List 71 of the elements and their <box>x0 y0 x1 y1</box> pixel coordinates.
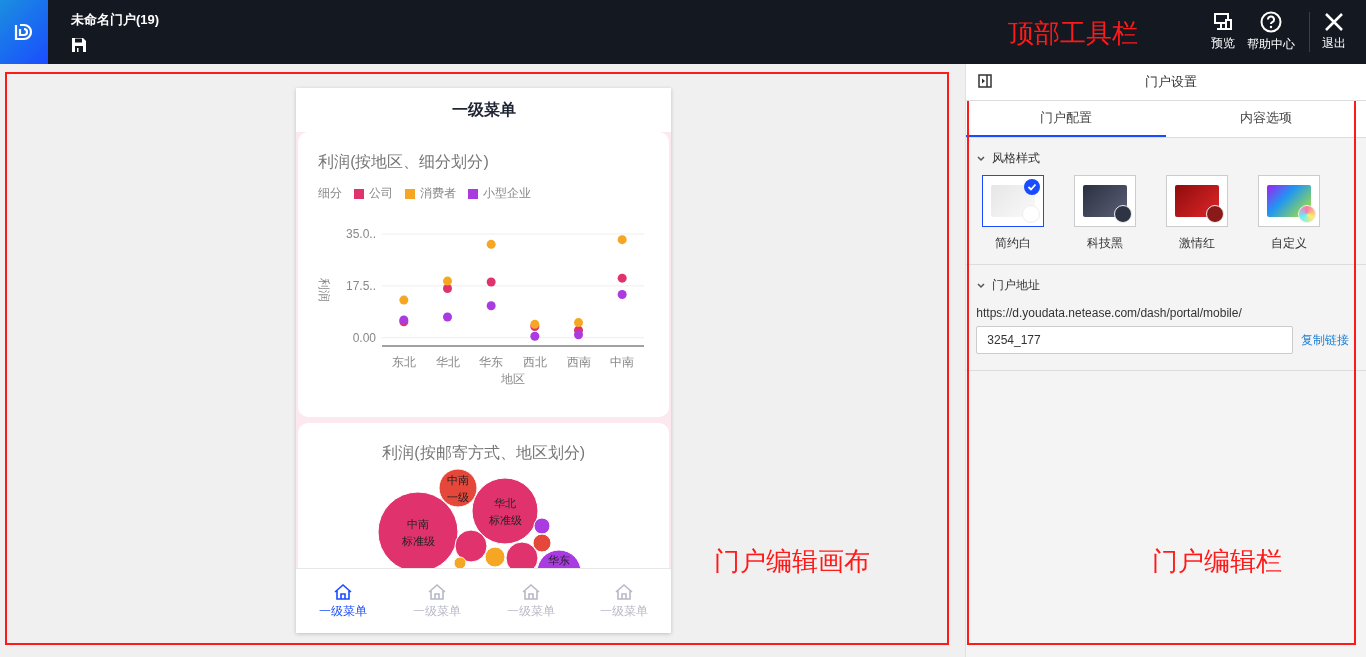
settings-tab[interactable]: 门户配置 <box>966 101 1167 137</box>
data-point <box>486 301 496 311</box>
data-point <box>574 330 584 340</box>
data-point <box>443 276 453 286</box>
annotation-label: 门户编辑画布 <box>714 545 870 578</box>
data-point <box>486 239 496 249</box>
help-icon <box>1260 11 1282 33</box>
chart-title: 利润(按邮寄方式、地区划分) <box>381 443 586 463</box>
data-point <box>617 273 627 283</box>
annotation-label: 门户编辑栏 <box>1152 545 1283 578</box>
data-point <box>530 331 540 341</box>
theme-option[interactable]: 激情红 <box>1166 175 1229 252</box>
axis-tick-label: 华东 <box>479 355 504 369</box>
data-point <box>443 312 453 322</box>
bubble-label: 华北 <box>494 497 517 509</box>
data-point <box>399 295 409 305</box>
collapse-panel-icon[interactable] <box>978 74 993 88</box>
data-point <box>443 284 453 293</box>
bubble-label: 标准级 <box>488 514 522 526</box>
annotation-label: 顶部工具栏 <box>1008 17 1138 50</box>
data-point <box>617 235 627 245</box>
panel-title: 门户设置 <box>1144 73 1199 91</box>
section-title: 门户地址 <box>992 277 1041 294</box>
menu-title: 一级菜单 <box>450 99 517 120</box>
data-point <box>617 289 627 299</box>
axis-tick-label: 东北 <box>391 355 416 369</box>
axis-tick-label: 17.5.. <box>346 278 377 293</box>
legend-title: 细分 <box>318 185 343 202</box>
bubble-label: 中南 <box>407 518 430 530</box>
axis-title: 利润 <box>317 278 332 302</box>
chevron-icon[interactable] <box>976 153 987 164</box>
settings-tab[interactable]: 内容选项 <box>1166 101 1366 137</box>
legend-item[interactable]: 公司 <box>354 185 394 202</box>
legend-item[interactable]: 消费者 <box>405 185 457 202</box>
portal-address-field[interactable]: 3254_177 <box>976 326 1294 354</box>
data-point <box>486 277 496 287</box>
home-icon <box>520 582 541 601</box>
save-icon[interactable] <box>71 37 87 53</box>
exit-button[interactable]: 退出 <box>1316 12 1352 52</box>
nav-tab[interactable]: 一级菜单 <box>296 569 390 633</box>
portal-title: 未命名门户(19) <box>71 11 161 29</box>
axis-tick-label: 西南 <box>566 355 591 369</box>
theme-option[interactable]: 简约白 <box>982 175 1045 252</box>
bubble-label: 华东 <box>548 554 571 566</box>
base-url: https://d.youdata.netease.com/dash/portal/mobile/ <box>976 306 1243 320</box>
theme-option[interactable]: 自定义 <box>1258 175 1321 252</box>
bubble-label: 中南 <box>447 474 470 486</box>
home-icon <box>333 582 353 601</box>
monitor-icon <box>1213 12 1233 32</box>
axis-tick-label: 华北 <box>435 355 460 369</box>
check-icon <box>1024 179 1041 195</box>
preview-button[interactable]: 预览 <box>1205 12 1241 52</box>
legend-item[interactable]: 小型企业 <box>468 185 532 202</box>
bubble-label: 标准级 <box>401 535 435 547</box>
copy-link[interactable]: 复制链接 <box>1301 331 1350 349</box>
help-button[interactable]: 帮助中心 <box>1241 11 1301 53</box>
section-title: 风格样式 <box>992 150 1041 167</box>
logo-icon[interactable] <box>0 0 48 64</box>
axis-title: 地区 <box>501 372 526 386</box>
theme-option[interactable]: 科技黑 <box>1074 175 1137 252</box>
axis-tick-label: 中南 <box>610 355 635 369</box>
bubble-label: 一级 <box>447 491 470 503</box>
data-point <box>574 318 584 328</box>
chevron-icon[interactable] <box>976 280 987 291</box>
close-icon <box>1324 12 1344 32</box>
home-icon <box>614 582 635 601</box>
chart-title: 利润(按地区、细分划分) <box>318 152 490 172</box>
axis-tick-label: 0.00 <box>352 330 377 345</box>
axis-tick-label: 西北 <box>522 355 547 369</box>
axis-tick-label: 35.0.. <box>346 227 377 241</box>
home-icon <box>426 582 447 601</box>
